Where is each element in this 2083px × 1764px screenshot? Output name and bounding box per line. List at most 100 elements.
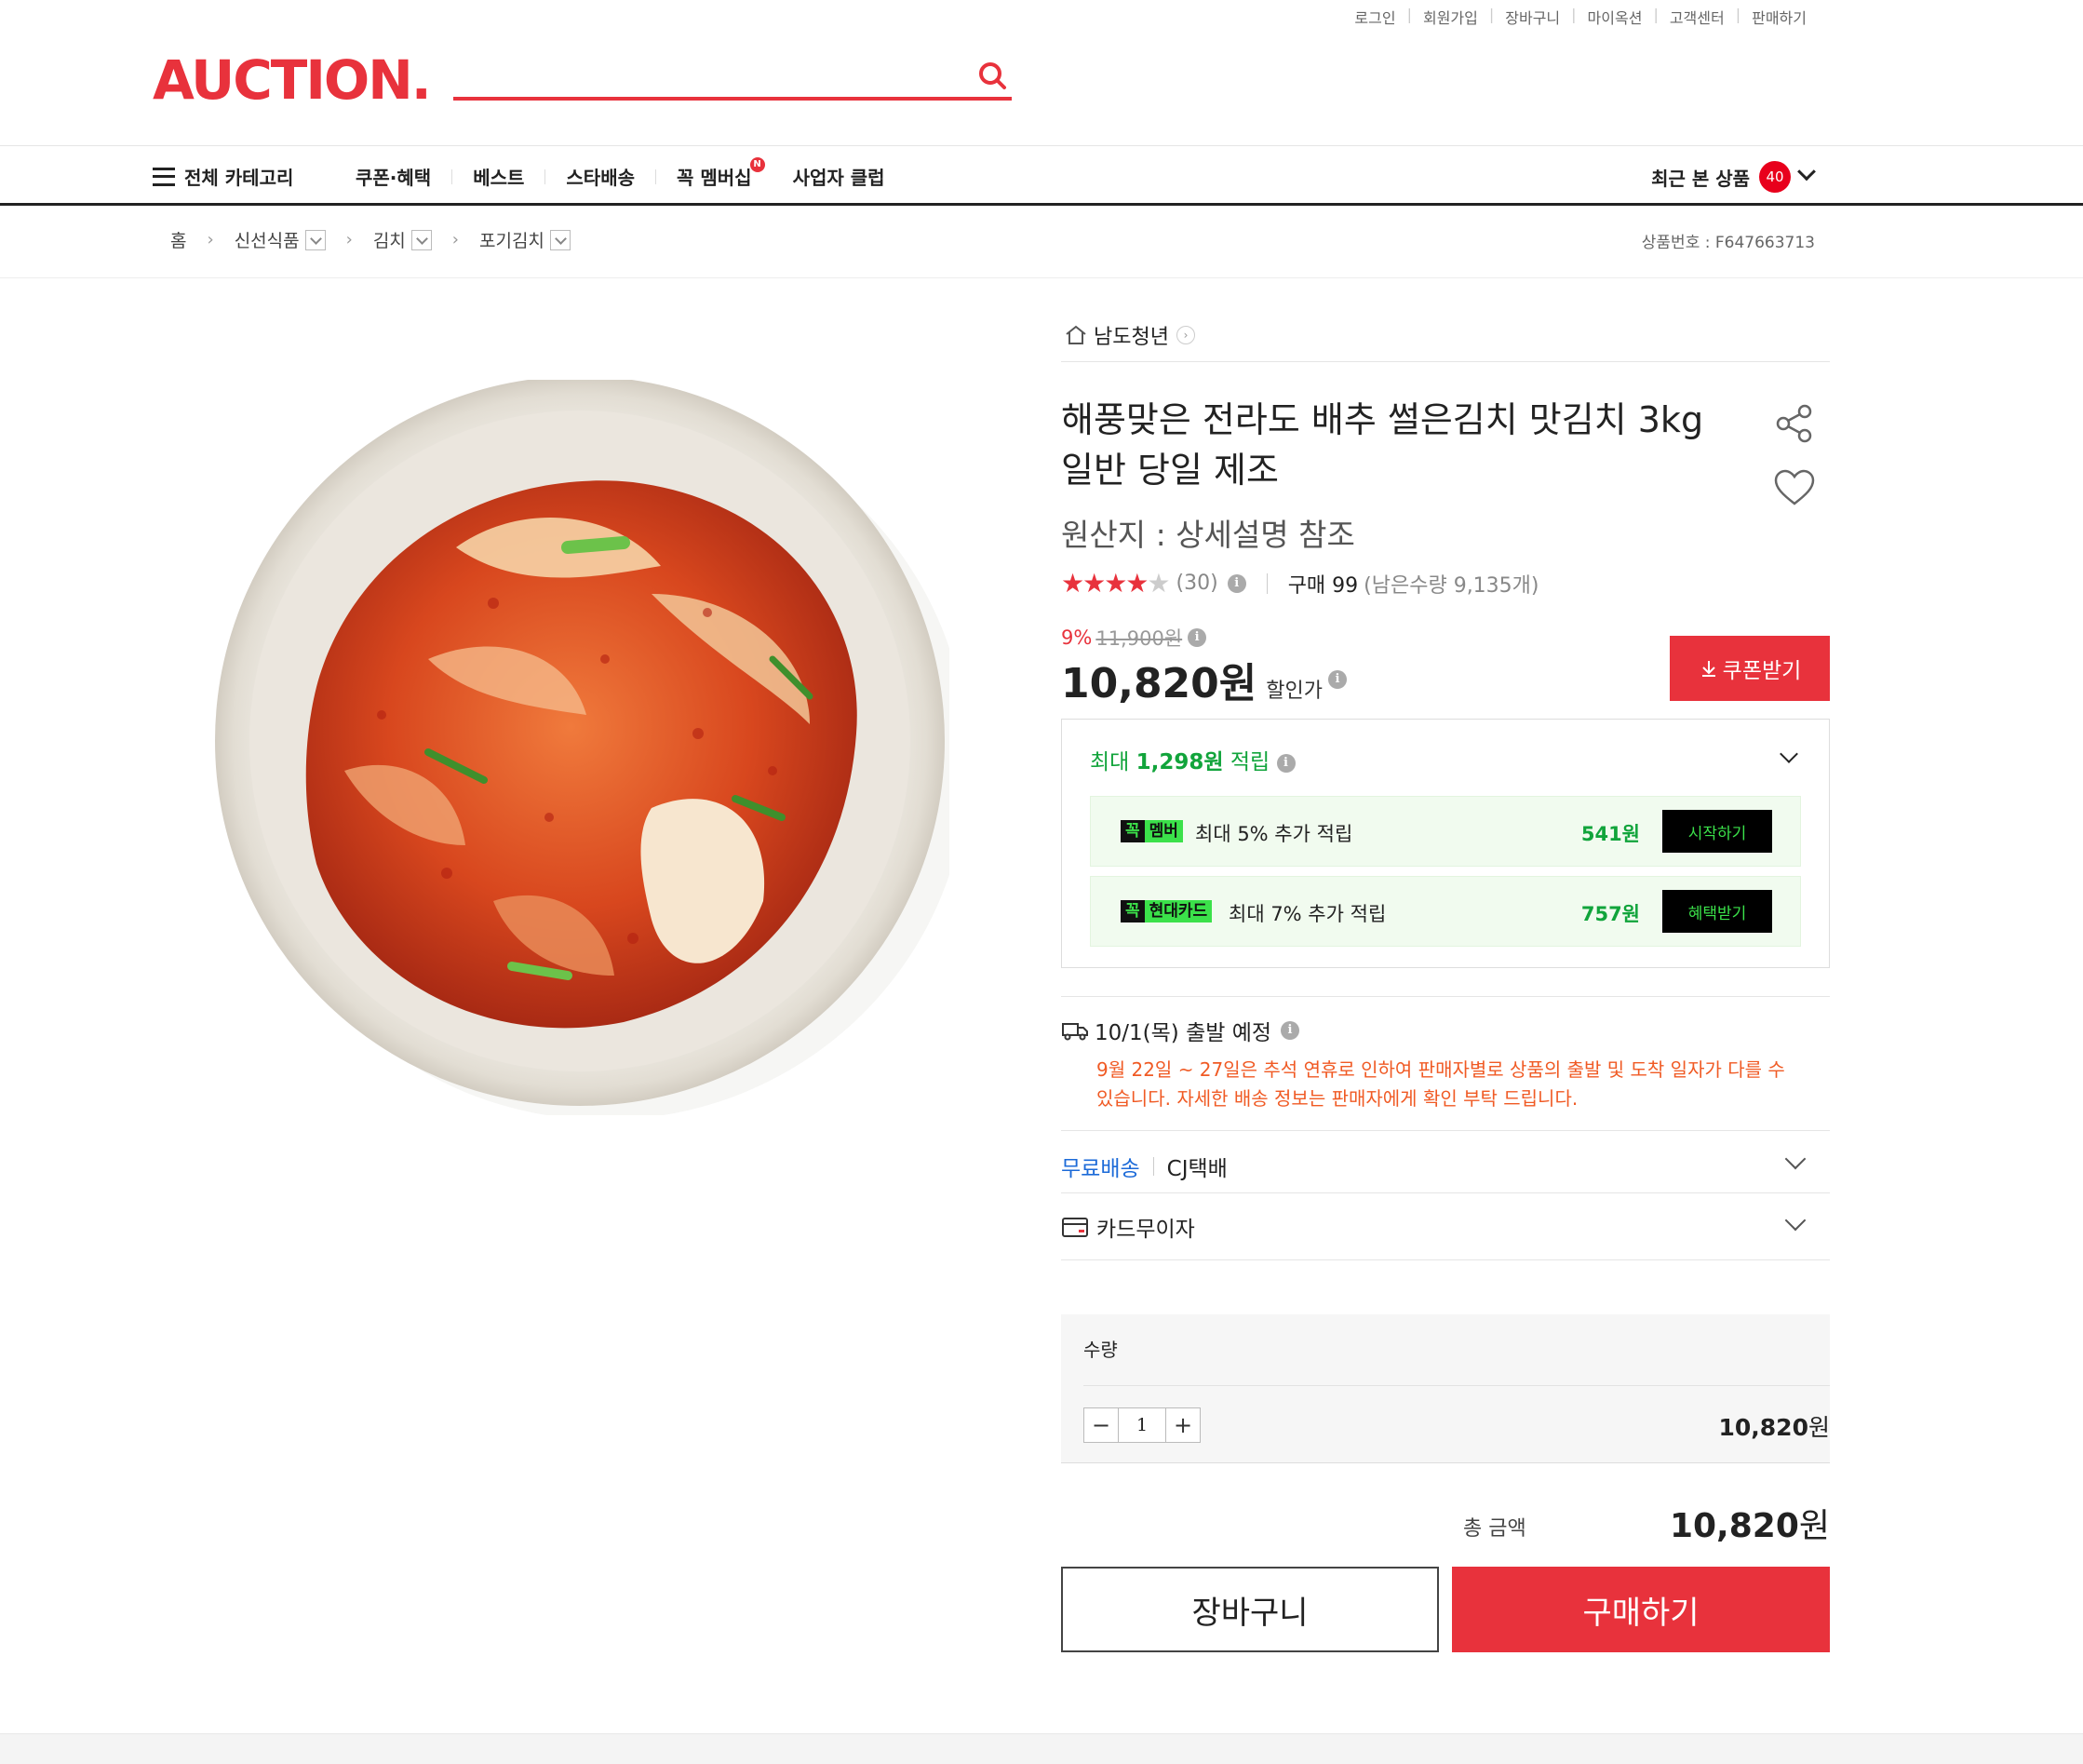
total-label: 총 금액: [1463, 1517, 1526, 1541]
reward-amount: 541원: [1580, 823, 1640, 845]
divider: [0, 277, 2083, 278]
breadcrumb-item-kimchi[interactable]: 김치: [373, 227, 432, 252]
total-price: 10,820원: [1670, 1499, 1830, 1547]
reward-row-member: 꼭 멤버 최대 5% 추가 적립 541원 시작하기: [1090, 796, 1801, 867]
divider: [1061, 1192, 1830, 1193]
breadcrumb-item-pogi[interactable]: 포기김치: [479, 227, 571, 252]
total-unit: 원: [1798, 1507, 1830, 1545]
divider: [1083, 1385, 1830, 1386]
seller-link[interactable]: 남도청년 ›: [1064, 320, 1195, 350]
quantity-box: 수량 − 1 + 10,820원: [1061, 1314, 1830, 1463]
nav-item-membership-label: 꼭 멤버십: [677, 167, 752, 189]
nav-item-best[interactable]: 베스트: [452, 163, 544, 190]
product-title: 해풍맞은 전라도 배추 썰은김치 맛김치 3kg 일반 당일 제조: [1061, 395, 1731, 495]
info-icon[interactable]: i: [1188, 628, 1207, 647]
star-rating[interactable]: ★★★★★: [1061, 568, 1171, 599]
reward-head-amount: 1,298원: [1136, 750, 1224, 774]
search-input[interactable]: [453, 60, 956, 97]
download-icon: [1701, 661, 1715, 677]
menu-icon: [153, 167, 175, 186]
info-icon[interactable]: i: [1276, 753, 1296, 773]
card-icon: [1062, 1218, 1088, 1237]
subtotal-number: 10,820: [1718, 1414, 1808, 1441]
recent-viewed-button[interactable]: 최근 본 상품 40: [1651, 161, 1816, 193]
customer-center-link[interactable]: 고객센터: [1659, 6, 1736, 28]
info-icon[interactable]: i: [1281, 1021, 1300, 1040]
sale-price-label: 할인가: [1266, 680, 1324, 703]
badge-n: 멤버: [1144, 820, 1183, 842]
breadcrumb-item-fresh[interactable]: 신선식품: [235, 227, 326, 252]
search-bar: [453, 56, 1012, 101]
dropdown-icon[interactable]: [410, 229, 432, 250]
divider: [1061, 996, 1830, 997]
badge-n: 현대카드: [1144, 900, 1213, 922]
home-icon: [1066, 325, 1086, 344]
main-nav: 전체 카테고리 쿠폰·혜택 베스트 스타배송 꼭 멤버십 N 사업자 클럽 최근 …: [0, 146, 2083, 206]
info-icon[interactable]: i: [1227, 573, 1246, 593]
subtotal-unit: 원: [1808, 1414, 1830, 1441]
badge-k: 꼭: [1121, 820, 1145, 842]
discount-row: 9% 11,900원 i: [1061, 624, 1207, 652]
buy-now-button[interactable]: 구매하기: [1452, 1567, 1830, 1652]
search-icon[interactable]: [974, 58, 1012, 95]
delivery-row[interactable]: 무료배송 CJ택배: [1061, 1151, 1228, 1182]
breadcrumb-home[interactable]: 홈: [170, 227, 186, 252]
sell-link[interactable]: 판매하기: [1740, 6, 1818, 28]
divider: [1061, 361, 1830, 362]
login-link[interactable]: 로그인: [1343, 6, 1406, 28]
sale-price-row: 10,820원 할인가 i: [1061, 650, 1348, 709]
heart-icon[interactable]: [1773, 467, 1816, 510]
cart-link[interactable]: 장바구니: [1494, 6, 1571, 28]
review-count[interactable]: (30): [1176, 572, 1218, 595]
reward-amount: 757원: [1580, 903, 1640, 925]
remaining-stock: (남은수량 9,135개): [1364, 573, 1539, 598]
nav-item-membership[interactable]: 꼭 멤버십 N: [656, 157, 773, 190]
reward-box: 최대 1,298원 적립 i 꼭 멤버 최대 5% 추가 적립 541원 시작하기…: [1061, 719, 1830, 968]
minus-icon[interactable]: −: [1084, 1408, 1118, 1442]
membership-badge: 꼭 멤버: [1121, 820, 1183, 842]
product-title-line1: 해풍맞은 전라도 배추 썰은김치 맛김치 3kg: [1061, 399, 1704, 440]
start-button[interactable]: 시작하기: [1662, 810, 1772, 853]
card-installment-label: 카드무이자: [1096, 1218, 1195, 1242]
dropdown-icon[interactable]: [304, 229, 326, 250]
breadcrumb-label: 포기김치: [478, 231, 544, 251]
product-title-line2: 일반 당일 제조: [1061, 450, 1279, 491]
coupon-button[interactable]: 쿠폰받기: [1670, 636, 1830, 701]
info-icon[interactable]: i: [1328, 670, 1348, 689]
product-number: 상품번호 : F647663713: [1641, 234, 1815, 252]
coupon-button-label: 쿠폰받기: [1722, 659, 1802, 683]
my-auction-link[interactable]: 마이옥션: [1577, 6, 1654, 28]
shipping-date-row: 10/1(목) 출발 예정 i: [1061, 1015, 1300, 1046]
nav-item-business-club[interactable]: 사업자 클럽: [773, 163, 906, 190]
recent-viewed-label: 최근 본 상품: [1651, 167, 1750, 190]
free-shipping-label: 무료배송: [1061, 1157, 1140, 1181]
all-category-button[interactable]: 전체 카테고리: [153, 163, 293, 190]
breadcrumb-label: 신선식품: [234, 231, 300, 251]
share-icon[interactable]: [1773, 402, 1816, 445]
card-installment-row[interactable]: 카드무이자: [1061, 1211, 1195, 1243]
divider: [1266, 572, 1268, 594]
rating-row: ★★★★★ (30) i 구매 99 (남은수량 9,135개): [1061, 568, 1539, 599]
nav-item-coupon[interactable]: 쿠폰·혜택: [335, 163, 451, 190]
all-category-label: 전체 카테고리: [184, 167, 294, 189]
chevron-down-icon[interactable]: [1780, 745, 1798, 763]
chevron-down-icon[interactable]: [1784, 1209, 1807, 1232]
reward-text: 최대 5% 추가 적립: [1195, 823, 1353, 845]
quantity-stepper: − 1 +: [1083, 1407, 1201, 1443]
total-number: 10,820: [1669, 1507, 1799, 1545]
sale-price: 10,820원: [1061, 660, 1257, 707]
badge-k: 꼭: [1121, 900, 1145, 922]
chevron-down-icon[interactable]: [1784, 1148, 1807, 1170]
product-image[interactable]: [214, 376, 968, 1120]
add-to-cart-button[interactable]: 장바구니: [1061, 1567, 1439, 1652]
nav-item-star-delivery[interactable]: 스타배송: [545, 163, 655, 190]
seller-name: 남도청년: [1094, 326, 1169, 349]
chevron-right-icon: ›: [1176, 326, 1195, 344]
plus-icon[interactable]: +: [1166, 1408, 1200, 1442]
dropdown-icon[interactable]: [549, 229, 571, 250]
auction-logo[interactable]: AUCTION.: [153, 48, 432, 112]
quantity-value[interactable]: 1: [1118, 1408, 1166, 1442]
get-benefit-button[interactable]: 혜택받기: [1662, 890, 1772, 933]
signup-link[interactable]: 회원가입: [1412, 6, 1489, 28]
chevron-down-icon: [1797, 162, 1816, 182]
